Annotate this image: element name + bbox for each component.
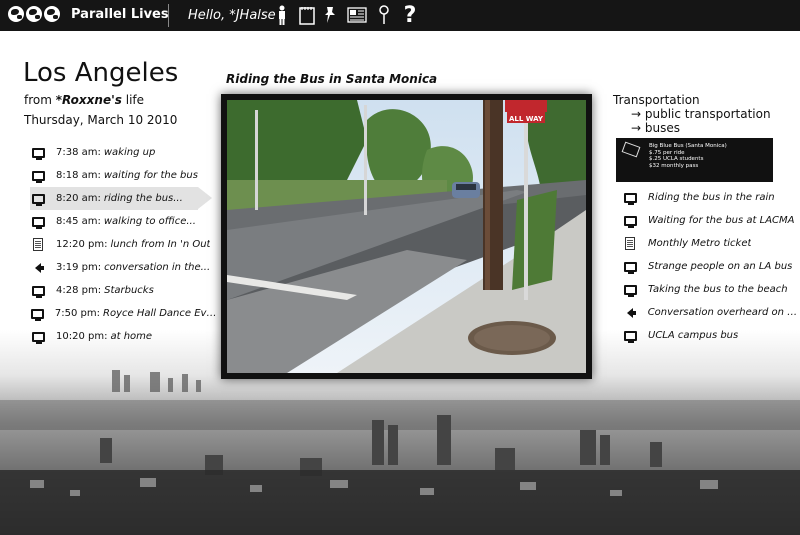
info-card-line: $32 monthly pass bbox=[649, 162, 699, 169]
related-item[interactable]: Monthly Metro ticket bbox=[622, 232, 800, 255]
monitor-icon bbox=[31, 193, 45, 206]
globe-icon bbox=[44, 6, 60, 22]
monitor-icon bbox=[623, 261, 637, 274]
pin-icon[interactable] bbox=[324, 4, 338, 26]
subcategory-link[interactable]: → public transportation bbox=[631, 107, 771, 121]
video-frame[interactable]: ALL WAY bbox=[227, 100, 586, 373]
app-title[interactable]: Parallel Lives bbox=[71, 7, 169, 22]
timeline-item[interactable]: 12:20 pm: lunch from In 'n Out bbox=[30, 233, 220, 256]
help-icon[interactable]: ? bbox=[400, 3, 420, 28]
timeline-list: 7:38 am: waking up 8:18 am: waiting for th… bbox=[30, 141, 220, 348]
tag-icon bbox=[621, 141, 641, 158]
life-owner: from *Roxxne's life bbox=[24, 93, 145, 107]
timeline-item[interactable]: 7:50 pm: Royce Hall Dance Even... bbox=[30, 302, 220, 325]
timeline-item-active[interactable]: 8:20 am: riding the bus... bbox=[30, 187, 212, 210]
timeline-item[interactable]: 8:45 am: walking to office... bbox=[30, 210, 220, 233]
user-greeting: Hello, *JHalse bbox=[188, 8, 276, 23]
timeline-item[interactable]: 7:38 am: waking up bbox=[30, 141, 220, 164]
category-heading[interactable]: Transportation bbox=[613, 93, 771, 107]
related-item[interactable]: UCLA campus bus bbox=[622, 324, 800, 347]
timeline-item[interactable]: 8:18 am: waiting for the bus bbox=[30, 164, 220, 187]
globe-icon bbox=[8, 6, 24, 22]
video-title: Riding the Bus in Santa Monica bbox=[226, 72, 438, 86]
related-item[interactable]: Riding the bus in the rain bbox=[622, 186, 800, 209]
monitor-icon bbox=[31, 331, 45, 344]
monitor-icon bbox=[623, 284, 637, 297]
city-heading: Los Angeles bbox=[23, 58, 179, 88]
subcategory-link[interactable]: → buses bbox=[631, 121, 771, 135]
monitor-icon bbox=[623, 330, 637, 343]
timeline-item[interactable]: 4:28 pm: Starbucks bbox=[30, 279, 220, 302]
monitor-icon bbox=[31, 285, 45, 298]
info-card-line: Big Blue Bus (Santa Monica) bbox=[649, 143, 727, 149]
notepad-icon[interactable] bbox=[298, 4, 316, 26]
map-marker-icon[interactable] bbox=[378, 4, 390, 26]
document-icon bbox=[625, 237, 635, 250]
stop-sign-text: ALL WAY bbox=[509, 115, 544, 123]
info-card[interactable]: Big Blue Bus (Santa Monica) $.75 per rid… bbox=[616, 138, 773, 182]
video-player[interactable]: ALL WAY bbox=[221, 94, 592, 379]
monitor-icon bbox=[30, 308, 44, 321]
monitor-icon bbox=[623, 192, 637, 205]
globe-icon bbox=[26, 6, 42, 22]
related-items-list: Riding the bus in the rain Waiting for t… bbox=[622, 186, 800, 347]
divider bbox=[168, 4, 169, 27]
related-item[interactable]: Conversation overheard on bus bbox=[622, 301, 800, 324]
monitor-icon bbox=[31, 147, 45, 160]
speaker-icon bbox=[35, 262, 44, 273]
timeline-item[interactable]: 3:19 pm: conversation in the... bbox=[30, 256, 220, 279]
related-topics-panel: Transportation → public transportation →… bbox=[613, 93, 771, 135]
related-item[interactable]: Strange people on an LA bus bbox=[622, 255, 800, 278]
current-date: Thursday, March 10 2010 bbox=[24, 113, 178, 127]
monitor-icon bbox=[31, 170, 45, 183]
monitor-icon bbox=[623, 215, 637, 228]
newspaper-icon[interactable] bbox=[346, 4, 368, 26]
document-icon bbox=[33, 238, 43, 251]
user-link[interactable]: *Roxxne's bbox=[56, 93, 122, 107]
related-item[interactable]: Waiting for the bus at LACMA bbox=[622, 209, 800, 232]
timeline-item[interactable]: 10:20 pm: at home bbox=[30, 325, 220, 348]
person-icon[interactable] bbox=[276, 4, 288, 26]
monitor-icon bbox=[31, 216, 45, 229]
related-item[interactable]: Taking the bus to the beach bbox=[622, 278, 800, 301]
speaker-icon bbox=[626, 307, 636, 318]
top-navigation-bar: Parallel Lives Hello, *JHalse ? bbox=[0, 0, 800, 31]
app-logo[interactable] bbox=[8, 6, 60, 22]
